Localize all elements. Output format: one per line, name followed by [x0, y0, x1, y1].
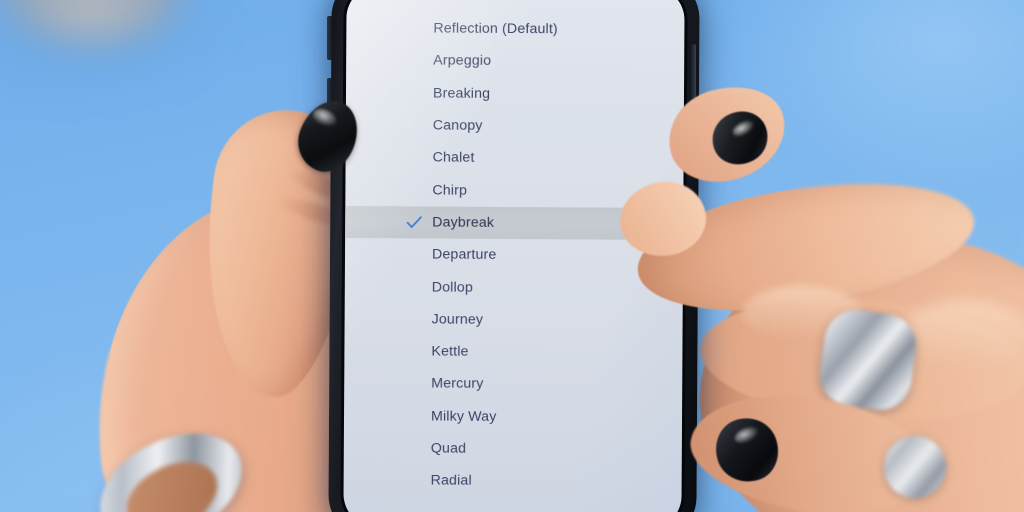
sound-option-label: Kettle [431, 343, 469, 360]
sound-option-row[interactable]: Quad [344, 432, 682, 466]
phone-bezel: using the "email.hayls@gmail.com" accoun… [340, 0, 688, 512]
sound-option-label: Quad [430, 440, 467, 457]
sound-option-row[interactable]: Breaking [346, 77, 684, 111]
sound-option-label: Radial [430, 472, 472, 490]
sound-option-label: Chalet [432, 149, 475, 167]
sound-option-label: Departure [431, 246, 497, 264]
right-hand-silver-ring [815, 306, 921, 414]
sound-option-row[interactable]: Arpeggio [346, 44, 684, 78]
sound-option-row[interactable]: Kettle [344, 335, 682, 369]
sound-option-label: Canopy [432, 117, 483, 134]
right-hand-knuckles [900, 300, 1024, 370]
sound-option-label: Dollop [431, 279, 473, 296]
sound-option-list[interactable]: Reflection (Default) Arpeggio Breaking Cano… [344, 12, 685, 499]
sound-option-row[interactable]: Mercury [344, 367, 682, 401]
power-button[interactable] [691, 44, 696, 102]
right-hand-second-ring [884, 436, 946, 498]
sound-option-label: Milky Way [430, 408, 497, 425]
sound-option-row[interactable]: Chalet [346, 141, 684, 175]
sound-option-label: Arpeggio [433, 52, 492, 70]
sound-option-label: Journey [431, 311, 484, 328]
volume-up-button[interactable] [327, 16, 332, 60]
sound-option-row[interactable]: Dollop [345, 270, 683, 304]
sound-option-label: Daybreak [432, 214, 495, 231]
sound-option-label: Mercury [431, 375, 484, 393]
sound-option-label: Reflection (Default) [433, 20, 558, 38]
sound-option-row[interactable]: Radial [344, 464, 682, 498]
check-icon [405, 213, 423, 231]
screenshot-stage: using the "email.hayls@gmail.com" accoun… [0, 0, 1024, 512]
sound-option-label: Breaking [432, 85, 491, 102]
sound-option-row[interactable]: Canopy [346, 109, 684, 143]
phone-screen[interactable]: using the "email.hayls@gmail.com" accoun… [343, 0, 685, 512]
sound-option-row[interactable]: Reflection (Default) [346, 12, 684, 46]
sound-option-label: Chirp [432, 182, 468, 199]
sound-option-row[interactable]: Milky Way [344, 400, 682, 434]
sound-option-row[interactable]: Journey [345, 303, 683, 337]
